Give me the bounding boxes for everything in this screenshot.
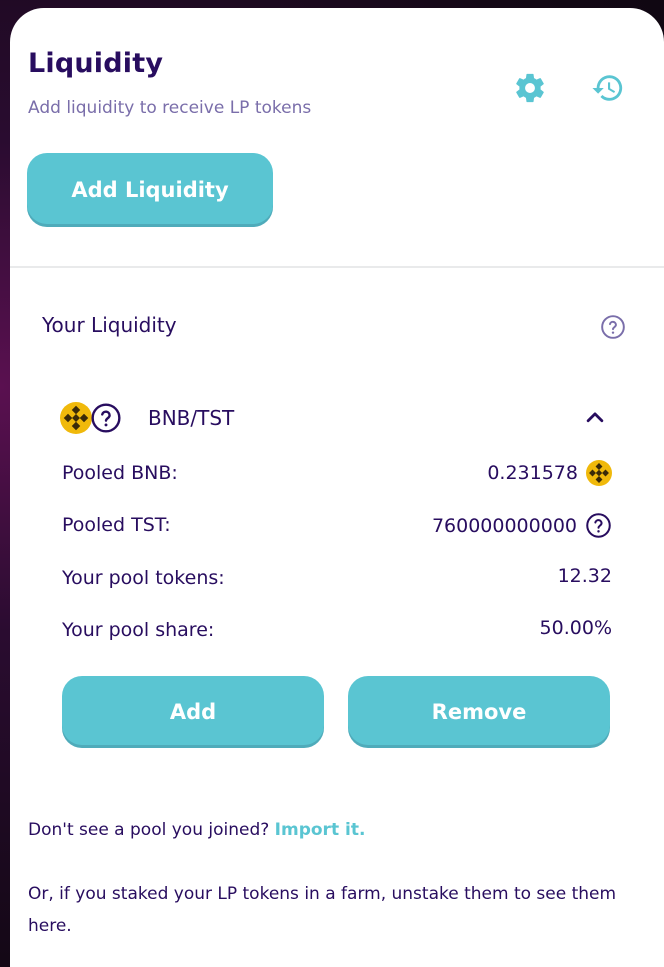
unstake-note: Or, if you staked your LP tokens in a fa… bbox=[28, 884, 617, 936]
page-title: Liquidity bbox=[28, 48, 164, 79]
import-prompt: Don't see a pool you joined? Import it. bbox=[28, 820, 365, 840]
pool-tokens-label: Your pool tokens: bbox=[62, 567, 225, 589]
chevron-up-icon bbox=[586, 412, 604, 423]
pooled-tst-value-wrap: 760000000000 bbox=[432, 512, 612, 539]
question-circle-icon bbox=[601, 315, 625, 339]
pair-name: BNB/TST bbox=[148, 406, 235, 430]
pooled-bnb-label: Pooled BNB: bbox=[62, 462, 178, 484]
history-icon bbox=[592, 75, 623, 101]
pool-share-row: Your pool share: 50.00% bbox=[62, 615, 612, 645]
gear-icon bbox=[516, 73, 544, 103]
pooled-tst-row: Pooled TST: 760000000000 bbox=[62, 510, 612, 540]
help-button[interactable] bbox=[600, 314, 626, 344]
pair-token-icons bbox=[60, 402, 122, 434]
settings-button[interactable] bbox=[510, 68, 550, 108]
add-button[interactable]: Add bbox=[62, 676, 324, 748]
card-header: Liquidity Add liquidity to receive LP to… bbox=[10, 8, 664, 268]
remove-button[interactable]: Remove bbox=[348, 676, 610, 748]
pooled-tst-value: 760000000000 bbox=[431, 514, 577, 537]
question-circle-icon bbox=[586, 513, 611, 538]
pool-share-value: 50.00% bbox=[539, 617, 612, 639]
bnb-icon bbox=[60, 402, 92, 434]
pooled-bnb-value-wrap: 0.231578 bbox=[487, 460, 612, 486]
pooled-bnb-value: 0.231578 bbox=[487, 462, 578, 484]
bnb-icon bbox=[586, 460, 612, 486]
liquidity-card: Liquidity Add liquidity to receive LP to… bbox=[10, 8, 664, 967]
pooled-bnb-row: Pooled BNB: 0.231578 bbox=[62, 458, 612, 488]
pool-tokens-row: Your pool tokens: 12.32 bbox=[62, 563, 612, 593]
your-liquidity-heading: Your Liquidity bbox=[42, 313, 177, 337]
import-link[interactable]: Import it. bbox=[275, 820, 366, 840]
question-circle-icon bbox=[91, 403, 121, 433]
recent-transactions-button[interactable] bbox=[588, 68, 628, 108]
pool-pair-toggle[interactable]: BNB/TST bbox=[60, 398, 620, 438]
pooled-tst-label: Pooled TST: bbox=[62, 514, 171, 536]
page-subtitle: Add liquidity to receive LP tokens bbox=[28, 98, 312, 118]
divider bbox=[10, 266, 664, 268]
add-liquidity-button[interactable]: Add Liquidity bbox=[27, 153, 273, 227]
pool-tokens-value: 12.32 bbox=[557, 565, 612, 587]
collapse-button[interactable] bbox=[580, 402, 610, 436]
import-prompt-text: Don't see a pool you joined? bbox=[28, 820, 270, 840]
pool-share-label: Your pool share: bbox=[62, 619, 215, 641]
